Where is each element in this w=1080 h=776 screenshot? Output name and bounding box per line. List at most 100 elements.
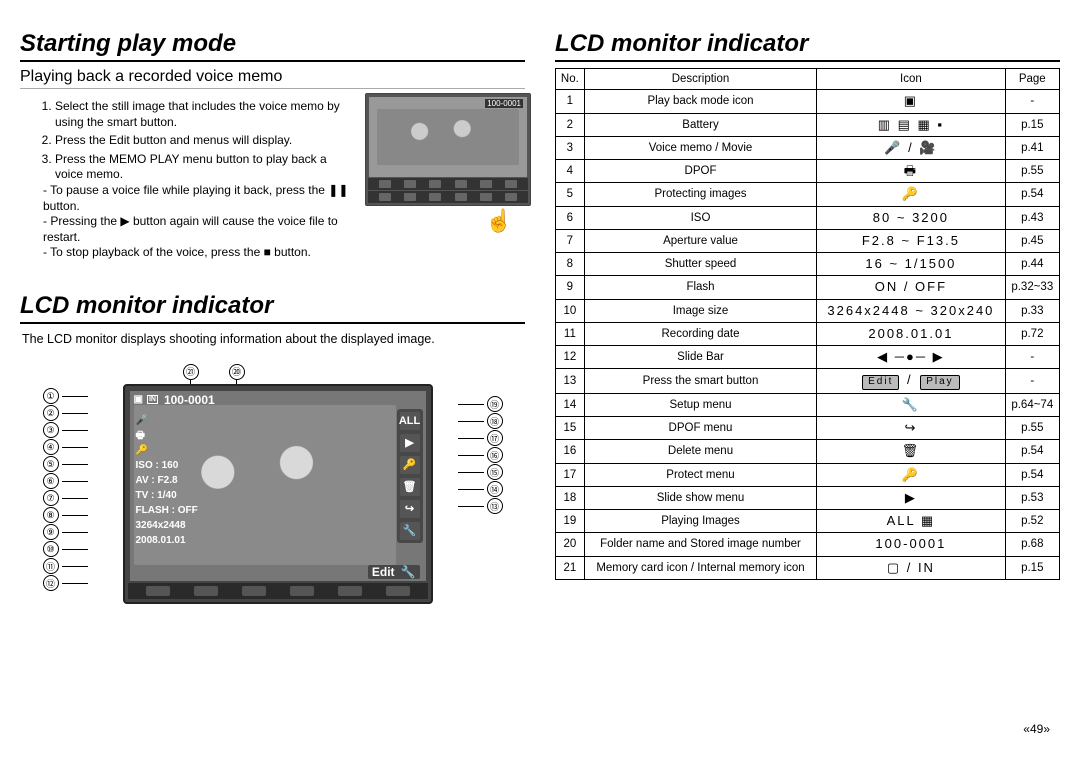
flash-value: FLASH : OFF (136, 503, 198, 518)
callout: ③ (43, 422, 88, 439)
cell-no: 2 (556, 113, 585, 136)
table-row: 8Shutter speed16 ~ 1/1500p.44 (556, 253, 1060, 276)
cell-desc: Image size (584, 299, 816, 322)
dpof-icon: 🖶 (136, 428, 198, 443)
cell-icon: 2008.01.01 (817, 322, 1005, 345)
cell-page: p.55 (1005, 417, 1059, 440)
cell-icon: ALL ▦ (817, 510, 1005, 533)
table-row: 20Folder name and Stored image number100… (556, 533, 1060, 556)
table-row: 16Delete menu🗑p.54 (556, 440, 1060, 463)
th-desc: Description (584, 69, 816, 90)
cell-no: 14 (556, 393, 585, 416)
cell-page: - (1005, 346, 1059, 369)
cell-no: 8 (556, 253, 585, 276)
cell-page: p.53 (1005, 486, 1059, 509)
small-camera-preview: 100-0001 ☝ (365, 93, 525, 234)
heading-lcd-left: LCD monitor indicator (20, 292, 525, 324)
cell-desc: Voice memo / Movie (584, 136, 816, 159)
callout: ⑩ (43, 541, 88, 558)
cell-icon: ▢ / IN (817, 556, 1005, 579)
cell-icon: 3264x2448 ~ 320x240 (817, 299, 1005, 322)
playback-icon: ▣ (134, 394, 143, 405)
indicator-table: No. Description Icon Page 1Play back mod… (555, 68, 1060, 580)
callout: ⑫ (43, 575, 88, 592)
cell-page: p.72 (1005, 322, 1059, 345)
cell-page: p.55 (1005, 160, 1059, 183)
cell-no: 21 (556, 556, 585, 579)
cell-page: p.54 (1005, 183, 1059, 206)
lcd-figure: ㉑⑳ ①②③④⑤⑥⑦⑧⑨⑩⑪⑫ ⑲⑱⑰⑯⑮⑭⑬ ▣ IN 100-0001 🎤 … (43, 366, 503, 626)
step-subnote: To pause a voice file while playing it b… (43, 183, 355, 214)
cell-page: p.45 (1005, 229, 1059, 252)
callout: ⑱ (458, 413, 503, 430)
step-item: Press the Edit button and menus will dis… (55, 133, 355, 149)
right-column: LCD monitor indicator No. Description Ic… (555, 30, 1060, 626)
table-row: 15DPOF menu↪p.55 (556, 417, 1060, 440)
overlay-menu-icon[interactable]: 🔧 (400, 522, 420, 540)
edit-button[interactable]: Edit (372, 565, 395, 579)
cell-icon: ON / OFF (817, 276, 1005, 299)
cell-icon: ↪ (817, 417, 1005, 440)
cell-desc: Memory card icon / Internal memory icon (584, 556, 816, 579)
left-column: Starting play mode Playing back a record… (20, 30, 525, 626)
cell-no: 19 (556, 510, 585, 533)
av-value: AV : F2.8 (136, 473, 198, 488)
overlay-menu-icon[interactable]: ▶ (400, 434, 420, 452)
callout: ① (43, 388, 88, 405)
cell-no: 17 (556, 463, 585, 486)
callout: ⑲ (458, 396, 503, 413)
callout: ⑬ (458, 498, 503, 515)
cell-icon: ▥ ▤ ▦ ▪ (817, 113, 1005, 136)
callout: ⑯ (458, 447, 503, 464)
size-value: 3264x2448 (136, 518, 198, 533)
overlay-menu-icon[interactable]: 🗑 (400, 478, 420, 496)
cell-icon: 🔑 (817, 463, 1005, 486)
callout: ⑨ (43, 524, 88, 541)
cell-icon: Edit / Play (817, 369, 1005, 394)
cell-icon: 100-0001 (817, 533, 1005, 556)
th-no: No. (556, 69, 585, 90)
th-icon: Icon (817, 69, 1005, 90)
cell-icon: 🔑 (817, 183, 1005, 206)
overlay-menu-icon[interactable]: 🔑 (400, 456, 420, 474)
cell-icon: 80 ~ 3200 (817, 206, 1005, 229)
iso-value: ISO : 160 (136, 458, 198, 473)
table-row: 17Protect menu🔑p.54 (556, 463, 1060, 486)
steps-list: Select the still image that includes the… (40, 99, 355, 264)
step-subnote: Pressing the ▶ button again will cause t… (43, 214, 355, 245)
table-row: 3Voice memo / Movie🎤 / 🎥p.41 (556, 136, 1060, 159)
cell-page: p.15 (1005, 556, 1059, 579)
cell-no: 16 (556, 440, 585, 463)
cell-no: 9 (556, 276, 585, 299)
table-row: 2Battery▥ ▤ ▦ ▪p.15 (556, 113, 1060, 136)
cell-page: p.33 (1005, 299, 1059, 322)
cell-page: p.68 (1005, 533, 1059, 556)
table-row: 7Aperture valueF2.8 ~ F13.5p.45 (556, 229, 1060, 252)
callout: ⑮ (458, 464, 503, 481)
cell-icon: 16 ~ 1/1500 (817, 253, 1005, 276)
cell-icon: ▣ (817, 90, 1005, 113)
cell-no: 18 (556, 486, 585, 509)
cell-desc: Slide show menu (584, 486, 816, 509)
step-subnote: To stop playback of the voice, press the… (43, 245, 355, 261)
cell-no: 12 (556, 346, 585, 369)
step-item: Select the still image that includes the… (55, 99, 355, 130)
cell-icon: 🎤 / 🎥 (817, 136, 1005, 159)
protect-icon: 🔑 (136, 443, 198, 458)
photo-placeholder (377, 109, 519, 165)
overlay-menu-icon[interactable]: ALL (400, 412, 420, 430)
cell-page: p.32~33 (1005, 276, 1059, 299)
cell-no: 3 (556, 136, 585, 159)
cell-page: - (1005, 90, 1059, 113)
overlay-menu-icon[interactable]: ↪ (400, 500, 420, 518)
cell-page: p.54 (1005, 440, 1059, 463)
big-camera-preview: ▣ IN 100-0001 🎤 🖶 🔑 ISO : 160 AV : F2.8 … (123, 384, 433, 604)
cell-no: 4 (556, 160, 585, 183)
cell-desc: ISO (584, 206, 816, 229)
memory-icon: IN (147, 395, 158, 404)
table-row: 4DPOF🖶p.55 (556, 160, 1060, 183)
cell-desc: Protecting images (584, 183, 816, 206)
table-row: 1Play back mode icon▣- (556, 90, 1060, 113)
big-folder-label: 100-0001 (164, 393, 215, 407)
cell-page: p.52 (1005, 510, 1059, 533)
